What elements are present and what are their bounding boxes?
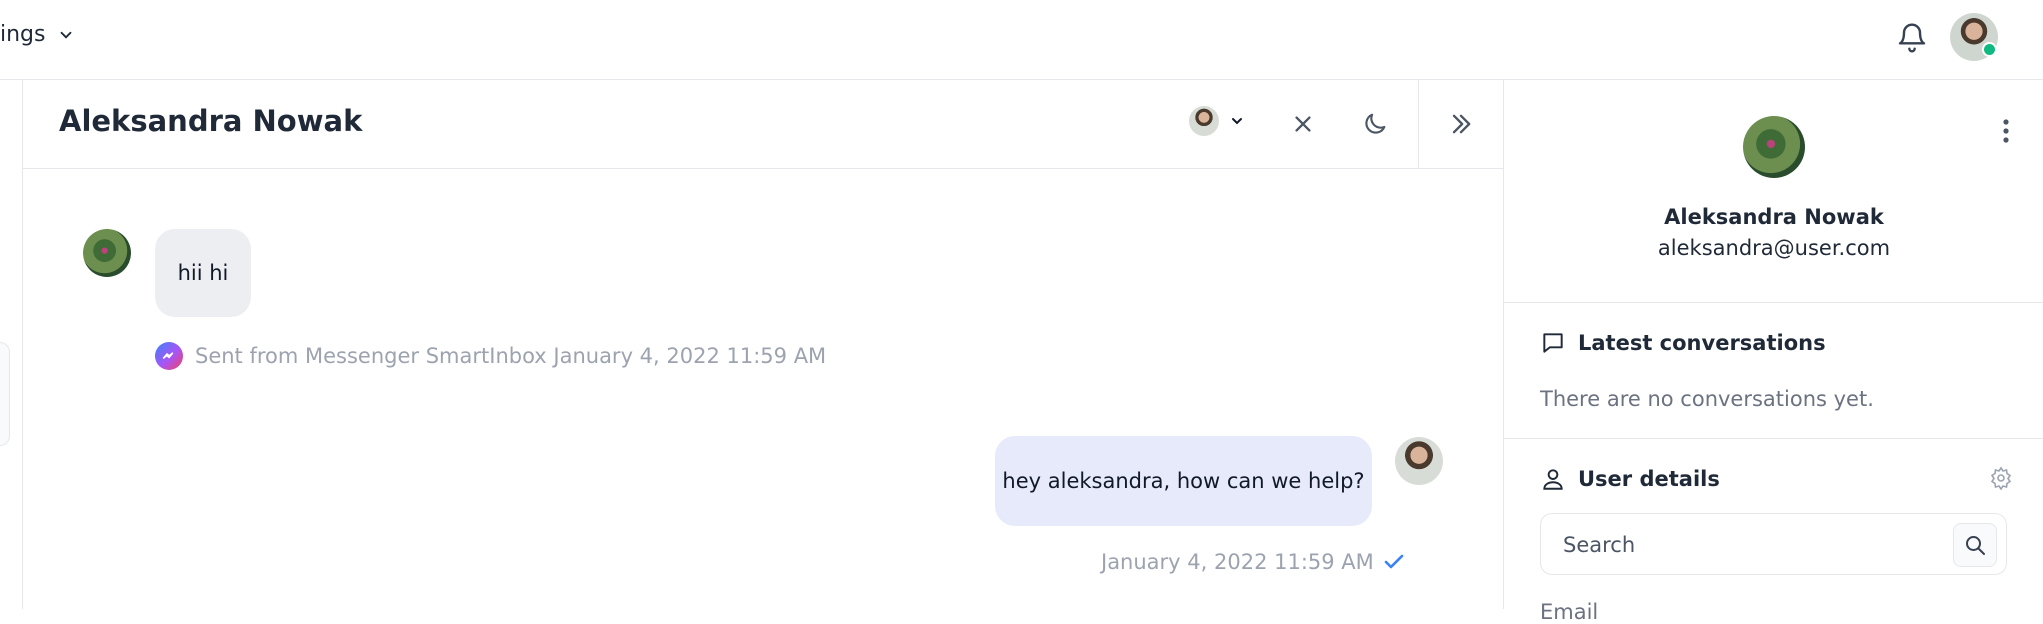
- snooze-button[interactable]: [1357, 106, 1393, 142]
- outgoing-message-timestamp: January 4, 2022 11:59 AM: [1101, 550, 1374, 574]
- header-divider: [1418, 80, 1419, 169]
- notifications-button[interactable]: [1896, 22, 1928, 54]
- contact-options-button[interactable]: [1994, 116, 2018, 146]
- close-conversation-button[interactable]: [1285, 106, 1321, 142]
- assignee-avatar: [1189, 106, 1219, 136]
- contact-sidebar: Aleksandra Nowak aleksandra@user.com Lat…: [1503, 80, 2043, 624]
- contact-avatar: [83, 229, 131, 277]
- search-button[interactable]: [1953, 523, 1997, 567]
- incoming-message-timestamp: Sent from Messenger SmartInbox January 4…: [195, 344, 827, 368]
- outgoing-message-meta: January 4, 2022 11:59 AM: [1101, 550, 1406, 574]
- divider: [1504, 302, 2043, 303]
- latest-conversations-title: Latest conversations: [1578, 331, 1826, 355]
- double-chevron-right-icon: [1452, 114, 1471, 134]
- contact-email: aleksandra@user.com: [1657, 236, 1891, 260]
- moon-icon: [1365, 113, 1386, 134]
- top-bar: ings: [0, 0, 2043, 80]
- incoming-message: hii hi: [155, 229, 251, 317]
- check-icon: [1384, 554, 1404, 569]
- user-details-settings-button[interactable]: [1989, 466, 2013, 491]
- contact-name: Aleksandra Nowak: [1664, 205, 1884, 229]
- nav-menu[interactable]: ings: [0, 22, 75, 47]
- gear-icon: [1990, 466, 2012, 491]
- kebab-icon: [2003, 119, 2009, 143]
- assignee-select[interactable]: [1189, 106, 1245, 136]
- search-input[interactable]: [1563, 530, 1943, 560]
- close-icon: [1295, 116, 1311, 132]
- no-conversations-text: There are no conversations yet.: [1540, 387, 1874, 411]
- messenger-icon: [155, 342, 183, 370]
- left-panel-card-edge[interactable]: [0, 342, 10, 446]
- user-icon: [1543, 469, 1563, 490]
- search-icon: [1966, 536, 1985, 555]
- latest-conversations-heading: Latest conversations: [1540, 330, 1826, 356]
- user-details-heading: User details: [1540, 466, 1720, 492]
- user-details-title: User details: [1578, 467, 1720, 491]
- chat-bubble-icon: [1543, 333, 1563, 353]
- collapse-sidebar-button[interactable]: [1443, 106, 1479, 142]
- online-status-dot: [1982, 42, 1997, 57]
- user-details-search: [1540, 513, 2007, 575]
- chevron-down-icon: [1232, 118, 1242, 125]
- chevron-down-icon: [61, 31, 72, 39]
- outgoing-message: hey aleksandra, how can we help?: [995, 436, 1372, 526]
- agent-avatar: [1395, 437, 1443, 485]
- chat-title: Aleksandra Nowak: [59, 104, 363, 138]
- bell-icon: [1898, 23, 1926, 53]
- incoming-message-meta: Sent from Messenger SmartInbox January 4…: [155, 342, 826, 370]
- divider: [1504, 438, 2043, 439]
- chat-panel: Aleksandra Nowak hii hi Sent from Messen…: [23, 80, 1503, 609]
- left-panel-edge: [0, 80, 23, 609]
- chat-header: Aleksandra Nowak: [23, 80, 1503, 169]
- user-detail-row-label: Email: [1540, 600, 1599, 624]
- nav-menu-label: ings: [0, 22, 46, 47]
- contact-profile-avatar: [1743, 116, 1805, 178]
